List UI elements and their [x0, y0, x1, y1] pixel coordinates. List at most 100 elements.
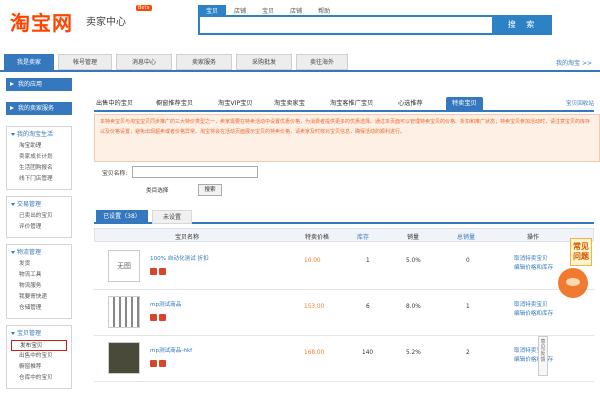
badge-icon: [159, 268, 166, 275]
tab-special-sale[interactable]: 特卖宝贝: [446, 97, 483, 111]
nav-seller[interactable]: 我是卖家: [4, 54, 54, 70]
item-name-input[interactable]: [132, 166, 258, 178]
search-input[interactable]: [198, 15, 494, 35]
col-sales: 销量: [407, 234, 420, 241]
subtab-unset[interactable]: 未设置: [152, 210, 192, 224]
sidebar-my-apps[interactable]: 我的应用: [6, 78, 72, 91]
category-select[interactable]: 类目选择: [146, 186, 168, 194]
badge-icon: [150, 268, 157, 275]
beta-badge: Beta: [136, 5, 152, 11]
faq-title[interactable]: 常见问题: [570, 238, 592, 266]
total-sales-cell: 1: [466, 304, 470, 310]
tab-taoke[interactable]: 淘宝客推广宝贝: [330, 97, 373, 111]
price-cell: 153.00: [304, 304, 325, 310]
tab-vip[interactable]: 淘宝VIP宝贝: [218, 97, 253, 111]
price-cell: 10.00: [304, 258, 321, 264]
edit-price-link[interactable]: 编辑价格和库存: [514, 264, 553, 273]
sales-rate-cell: 8.0%: [406, 304, 421, 310]
tab-recommend[interactable]: 心选推荐: [398, 97, 423, 111]
col-name: 宝贝名称: [175, 234, 200, 241]
feedback-button[interactable]: 意见反馈: [538, 336, 548, 376]
sidebar-item-warehouse-items[interactable]: 仓库中的宝贝: [7, 373, 71, 384]
sidebar-item-showcase[interactable]: 橱窗推荐: [7, 362, 71, 373]
product-name-link[interactable]: mp测试商品: [150, 300, 181, 308]
taobao-logo[interactable]: 淘宝网: [10, 7, 73, 36]
sidebar-group-logistics: 物流管理 发货 物流工具 物流服务 我要寄快递 仓储管理: [6, 244, 72, 319]
filter-search-button[interactable]: 搜索: [198, 184, 222, 196]
product-thumbnail[interactable]: [108, 296, 140, 328]
stock-cell: 1: [366, 258, 370, 264]
sidebar-group-trade: 交易管理 已卖出的宝贝 评价管理: [6, 196, 72, 238]
stock-cell: 140: [362, 350, 374, 356]
sidebar-group-title[interactable]: 我的淘宝生活: [7, 129, 71, 141]
product-badges: [150, 268, 166, 275]
sales-rate-cell: 5.0%: [406, 258, 421, 264]
row-actions: 取消特卖宝贝 编辑价格和库存: [514, 301, 553, 319]
table-row: mp测试商品-hkf 168.00 140 5.2% 2 取消特卖宝贝 编辑价格…: [94, 336, 594, 382]
product-name-link[interactable]: 100% 自动化测试 折扣: [150, 254, 209, 262]
cancel-special-link[interactable]: 取消特卖宝贝: [514, 301, 553, 310]
my-taobao-link[interactable]: 我的淘宝 >>: [556, 58, 592, 67]
col-total-sales[interactable]: 总销量: [457, 232, 475, 241]
sidebar-item-ship[interactable]: 发货: [7, 259, 71, 270]
table-row: mp测试商品 153.00 6 8.0% 1 取消特卖宝贝 编辑价格和库存: [94, 290, 594, 336]
nav-services[interactable]: 卖家服务: [176, 54, 232, 70]
main-content: 出售中的宝贝 橱窗推荐宝贝 淘宝VIP宝贝 淘宝卖家宝 淘宝客推广宝贝 心选推荐…: [80, 78, 600, 396]
sales-rate-cell: 5.2%: [406, 350, 421, 356]
total-sales-cell: 2: [466, 350, 470, 356]
sidebar-item-stores[interactable]: 线下门店管理: [7, 174, 71, 185]
search-button[interactable]: 搜 索: [494, 15, 552, 35]
edit-price-link[interactable]: 编辑价格和库存: [514, 310, 553, 319]
sidebar: 我的应用 我的卖家服务 我的淘宝生活 淘宝助理 卖家成长计划 生活团购报名 线下…: [6, 78, 72, 395]
nav-messages[interactable]: 消息中心: [116, 54, 172, 70]
item-name-label: 宝贝名称:: [102, 171, 128, 177]
sidebar-group-items: 宝贝管理 发布宝贝 出售中的宝贝 橱窗推荐 仓库中的宝贝: [6, 325, 72, 389]
table-row: 无图 100% 自动化测试 折扣 10.00 1 5.0% 0 取消特卖宝贝 编…: [94, 244, 594, 290]
table-header: 宝贝名称 特卖价格 库存 销量 总销量 操作: [94, 228, 594, 242]
sidebar-item-reviews[interactable]: 评价管理: [7, 222, 71, 233]
cancel-special-link[interactable]: 取消特卖宝贝: [514, 255, 553, 264]
sidebar-group-title[interactable]: 物流管理: [7, 247, 71, 259]
sidebar-item-logistics-service[interactable]: 物流服务: [7, 281, 71, 292]
sidebar-item-publish[interactable]: 发布宝贝: [11, 340, 67, 351]
product-thumbnail[interactable]: 无图: [108, 250, 140, 282]
sidebar-item-warehouse[interactable]: 仓储管理: [7, 303, 71, 314]
col-actions: 操作: [527, 234, 540, 241]
sidebar-group-title[interactable]: 交易管理: [7, 199, 71, 211]
badge-icon: [159, 314, 166, 321]
mascot-icon[interactable]: [558, 268, 588, 298]
faq-widget[interactable]: 常见问题: [552, 238, 592, 298]
product-badges: [150, 314, 166, 321]
price-cell: 168.00: [304, 350, 325, 356]
item-tabs: 出售中的宝贝 橱窗推荐宝贝 淘宝VIP宝贝 淘宝卖家宝 淘宝客推广宝贝 心选推荐…: [94, 94, 594, 112]
recycle-bin-link[interactable]: 宝贝回收站: [566, 99, 594, 107]
sidebar-item-growth[interactable]: 卖家成长计划: [7, 152, 71, 163]
tab-on-sale[interactable]: 出售中的宝贝: [96, 97, 133, 111]
nav-wholesale[interactable]: 采购批发: [236, 54, 292, 70]
product-name-link[interactable]: mp测试商品-hkf: [150, 346, 192, 354]
subtab-set[interactable]: 已设置（38）: [96, 210, 148, 224]
total-sales-cell: 0: [466, 258, 470, 264]
sidebar-group-title[interactable]: 宝贝管理: [7, 328, 71, 340]
tab-seller-treasure[interactable]: 淘宝卖家宝: [274, 97, 305, 111]
sidebar-item-on-sale[interactable]: 出售中的宝贝: [7, 351, 71, 362]
status-subtabs: 已设置（38） 未设置: [94, 208, 594, 224]
row-actions: 取消特卖宝贝 编辑价格和库存: [514, 255, 553, 273]
header: 淘宝网 卖家中心 Beta 宝贝 店铺 宝贝 店铺 帮助 搜 索: [0, 0, 600, 52]
nav-account[interactable]: 帐号管理: [58, 54, 112, 70]
sidebar-seller-services[interactable]: 我的卖家服务: [6, 102, 72, 115]
badge-icon: [159, 360, 166, 367]
col-price: 特卖价格: [305, 234, 330, 241]
col-stock[interactable]: 库存: [357, 232, 369, 241]
notice-box: 本特卖宝贝与淘宝宝贝同步推广的三大特价类型之一，卖家需要在特卖活动中设置优惠价格…: [94, 114, 600, 162]
product-thumbnail[interactable]: [108, 342, 140, 374]
badge-icon: [150, 360, 157, 367]
sidebar-item-tools[interactable]: 物流工具: [7, 270, 71, 281]
sidebar-item-express[interactable]: 我要寄快递: [7, 292, 71, 303]
sidebar-item-sold[interactable]: 已卖出的宝贝: [7, 211, 71, 222]
sidebar-item-groupbuy[interactable]: 生活团购报名: [7, 163, 71, 174]
sidebar-item-assistant[interactable]: 淘宝助理: [7, 141, 71, 152]
tab-showcase[interactable]: 橱窗推荐宝贝: [156, 97, 193, 111]
nav-overseas[interactable]: 卖往海外: [296, 54, 348, 70]
main-nav: 我是卖家 帐号管理 消息中心 卖家服务 采购批发 卖往海外 我的淘宝 >>: [0, 52, 600, 72]
